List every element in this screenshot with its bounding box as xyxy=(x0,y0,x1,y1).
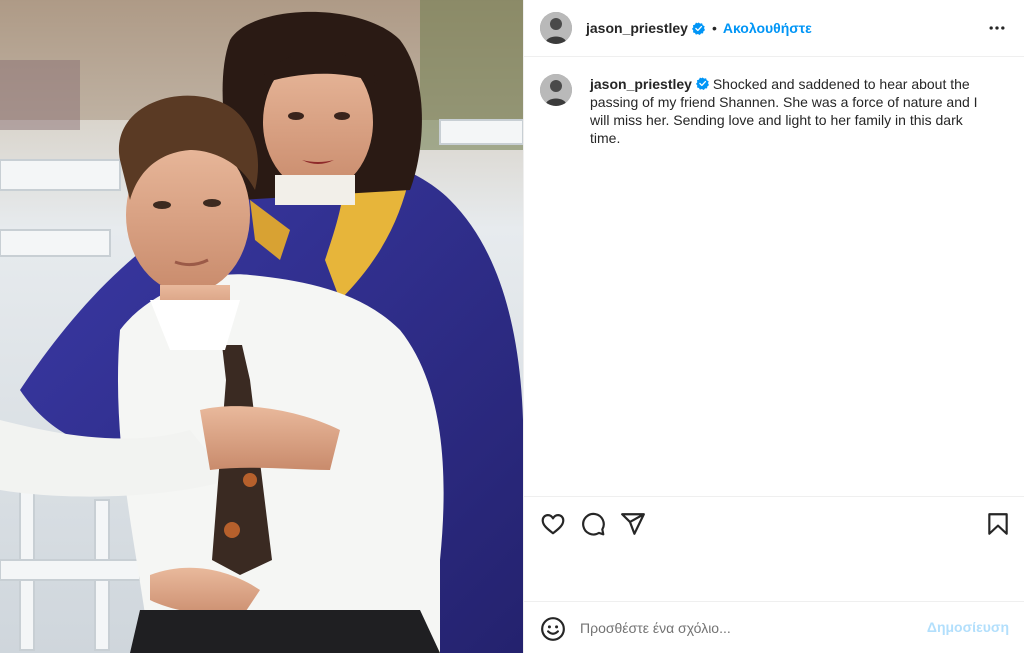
post-side-panel: jason_priestley • Ακολουθήστε jason_prie… xyxy=(523,0,1024,653)
bookmark-icon[interactable] xyxy=(985,511,1011,537)
separator-dot: • xyxy=(711,20,717,36)
avatar-image xyxy=(540,74,572,106)
avatar-image xyxy=(540,12,572,44)
comment-input[interactable] xyxy=(580,616,920,640)
emoji-icon[interactable] xyxy=(540,616,566,642)
author-username[interactable]: jason_priestley xyxy=(586,20,688,36)
post-actions xyxy=(524,496,1024,548)
verified-badge-icon xyxy=(695,77,709,90)
post-caption: jason_priestley Shocked and saddened to … xyxy=(540,74,1010,147)
author-avatar[interactable] xyxy=(540,12,572,44)
photo-illustration xyxy=(0,0,523,653)
post-header: jason_priestley • Ακολουθήστε xyxy=(524,0,1024,57)
paper-plane-icon[interactable] xyxy=(620,511,646,537)
post-photo[interactable] xyxy=(0,0,523,653)
heart-icon[interactable] xyxy=(540,511,566,537)
follow-button[interactable]: Ακολουθήστε xyxy=(723,20,812,36)
instagram-post: jason_priestley • Ακολουθήστε jason_prie… xyxy=(0,0,1024,653)
verified-badge-icon xyxy=(691,21,705,35)
caption-body: jason_priestley Shocked and saddened to … xyxy=(590,75,990,147)
add-comment-bar: Δημοσίευση xyxy=(524,601,1024,653)
caption-username[interactable]: jason_priestley xyxy=(590,76,692,92)
more-options-icon[interactable] xyxy=(987,18,1007,38)
comment-icon[interactable] xyxy=(580,511,606,537)
publish-comment-button[interactable]: Δημοσίευση xyxy=(927,619,1009,635)
caption-avatar[interactable] xyxy=(540,74,572,106)
